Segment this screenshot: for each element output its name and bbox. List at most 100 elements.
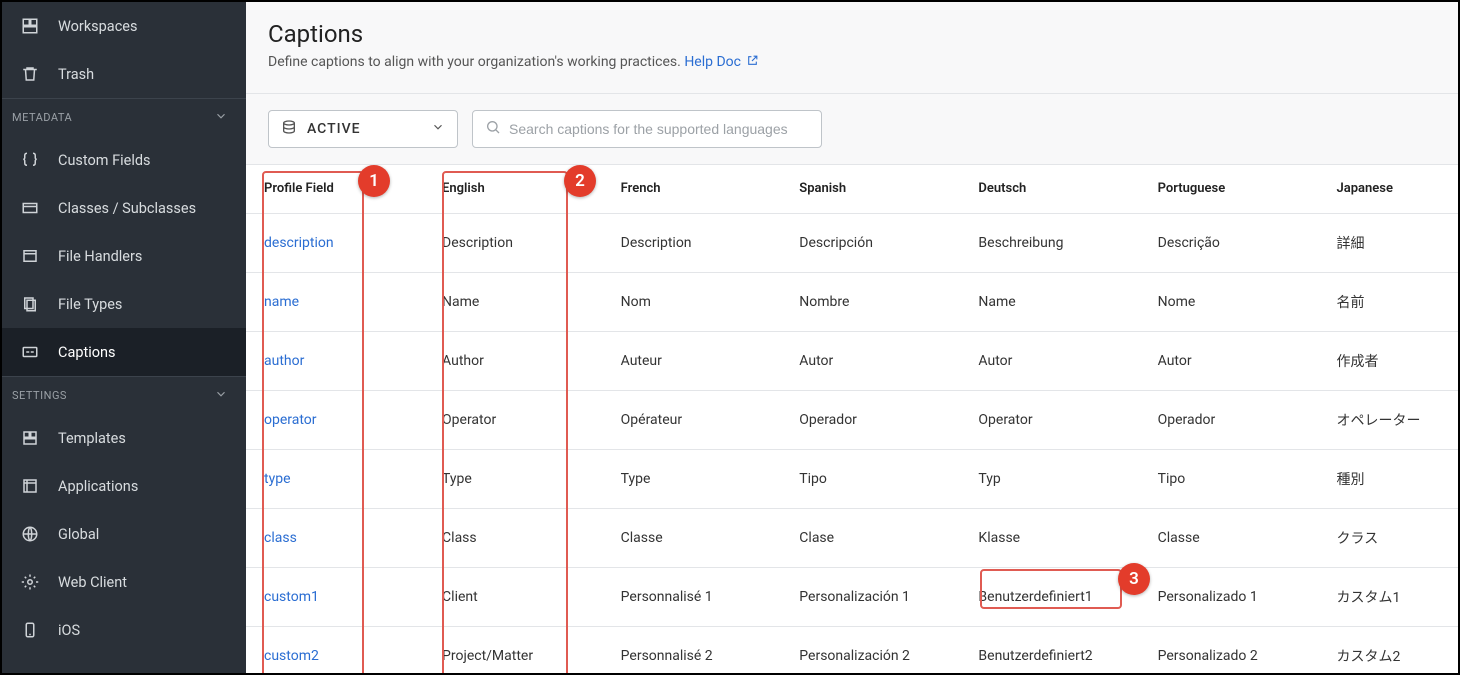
help-doc-link[interactable]: Help Doc <box>684 54 759 70</box>
table-row: descriptionDescriptionDescriptionDescrip… <box>246 213 1458 272</box>
cell-portuguese[interactable]: Tipo <box>1140 449 1319 508</box>
cell-portuguese[interactable]: Personalizado 1 <box>1140 567 1319 626</box>
cell-spanish[interactable]: Operador <box>781 390 960 449</box>
cell-japanese[interactable]: カスタム1 <box>1318 567 1458 626</box>
cell-portuguese[interactable]: Nome <box>1140 272 1319 331</box>
sidebar-item-label: Web Client <box>58 574 127 591</box>
cell-english[interactable]: Author <box>424 331 603 390</box>
cell-french[interactable]: Auteur <box>603 331 782 390</box>
cell-profile-field: type <box>246 449 424 508</box>
profile-field-link[interactable]: custom2 <box>264 648 319 664</box>
cell-japanese[interactable]: オペレーター <box>1318 390 1458 449</box>
cell-deutsch[interactable]: Beschreibung <box>960 213 1139 272</box>
cell-portuguese[interactable]: Autor <box>1140 331 1319 390</box>
cell-deutsch[interactable]: Klasse <box>960 508 1139 567</box>
sidebar-item-workspaces[interactable]: Workspaces <box>2 2 246 50</box>
cell-french[interactable]: Description <box>603 213 782 272</box>
cell-profile-field: name <box>246 272 424 331</box>
col-profile-field[interactable]: Profile Field <box>246 165 424 213</box>
sidebar-item-captions[interactable]: Captions <box>2 328 246 376</box>
cell-deutsch[interactable]: Autor <box>960 331 1139 390</box>
cell-spanish[interactable]: Nombre <box>781 272 960 331</box>
cell-french[interactable]: Personnalisé 2 <box>603 626 782 673</box>
col-japanese[interactable]: Japanese <box>1318 165 1458 213</box>
cell-deutsch[interactable]: Name <box>960 272 1139 331</box>
cell-deutsch[interactable]: Typ <box>960 449 1139 508</box>
cell-spanish[interactable]: Clase <box>781 508 960 567</box>
status-filter-select[interactable]: ACTIVE <box>268 110 458 148</box>
cell-english[interactable]: Client <box>424 567 603 626</box>
cell-portuguese[interactable]: Classe <box>1140 508 1319 567</box>
sidebar-item-ios[interactable]: iOS <box>2 606 246 654</box>
cell-french[interactable]: Classe <box>603 508 782 567</box>
search-input[interactable] <box>509 121 809 137</box>
cell-english[interactable]: Project/Matter <box>424 626 603 673</box>
applications-icon <box>20 477 40 495</box>
sidebar-item-custom-fields[interactable]: Custom Fields <box>2 136 246 184</box>
sidebar-item-global[interactable]: Global <box>2 510 246 558</box>
col-english[interactable]: English <box>424 165 603 213</box>
globe-icon <box>20 525 40 543</box>
sidebar: Workspaces Trash METADATA Custom Fields … <box>2 2 246 673</box>
cell-deutsch[interactable]: Operator <box>960 390 1139 449</box>
cell-deutsch[interactable]: Benutzerdefiniert1 <box>960 567 1139 626</box>
col-french[interactable]: French <box>603 165 782 213</box>
cell-japanese[interactable]: 名前 <box>1318 272 1458 331</box>
external-link-icon <box>746 54 759 71</box>
sidebar-item-label: Classes / Subclasses <box>58 200 196 217</box>
cell-deutsch[interactable]: Benutzerdefiniert2 <box>960 626 1139 673</box>
workspaces-icon <box>20 17 40 35</box>
profile-field-link[interactable]: class <box>264 530 297 546</box>
search-box[interactable] <box>472 110 822 148</box>
main-content: Captions Define captions to align with y… <box>246 2 1458 673</box>
cell-spanish[interactable]: Autor <box>781 331 960 390</box>
cell-portuguese[interactable]: Operador <box>1140 390 1319 449</box>
cell-french[interactable]: Nom <box>603 272 782 331</box>
braces-icon <box>20 151 40 169</box>
cell-portuguese[interactable]: Personalizado 2 <box>1140 626 1319 673</box>
cell-french[interactable]: Type <box>603 449 782 508</box>
sidebar-item-label: File Types <box>58 296 122 313</box>
sidebar-item-label: Workspaces <box>58 18 137 35</box>
col-deutsch[interactable]: Deutsch <box>960 165 1139 213</box>
cell-english[interactable]: Name <box>424 272 603 331</box>
profile-field-link[interactable]: name <box>264 294 299 310</box>
sidebar-item-templates[interactable]: Templates <box>2 414 246 462</box>
cell-english[interactable]: Description <box>424 213 603 272</box>
cell-french[interactable]: Opérateur <box>603 390 782 449</box>
col-spanish[interactable]: Spanish <box>781 165 960 213</box>
cell-spanish[interactable]: Tipo <box>781 449 960 508</box>
profile-field-link[interactable]: type <box>264 471 291 487</box>
templates-icon <box>20 429 40 447</box>
sidebar-item-trash[interactable]: Trash <box>2 50 246 98</box>
sidebar-item-applications[interactable]: Applications <box>2 462 246 510</box>
cell-spanish[interactable]: Personalización 2 <box>781 626 960 673</box>
cell-english[interactable]: Type <box>424 449 603 508</box>
cell-portuguese[interactable]: Descrição <box>1140 213 1319 272</box>
profile-field-link[interactable]: custom1 <box>264 589 319 605</box>
cell-japanese[interactable]: 作成者 <box>1318 331 1458 390</box>
sidebar-item-web-client[interactable]: Web Client <box>2 558 246 606</box>
mobile-icon <box>20 621 40 639</box>
cell-japanese[interactable]: 詳細 <box>1318 213 1458 272</box>
cell-english[interactable]: Class <box>424 508 603 567</box>
profile-field-link[interactable]: description <box>264 235 334 251</box>
cell-french[interactable]: Personnalisé 1 <box>603 567 782 626</box>
sidebar-section-metadata[interactable]: METADATA <box>2 98 246 136</box>
filter-value: ACTIVE <box>307 121 421 137</box>
cell-japanese[interactable]: 種別 <box>1318 449 1458 508</box>
profile-field-link[interactable]: operator <box>264 412 317 428</box>
sidebar-item-file-types[interactable]: File Types <box>2 280 246 328</box>
cell-japanese[interactable]: カスタム2 <box>1318 626 1458 673</box>
cell-english[interactable]: Operator <box>424 390 603 449</box>
sidebar-item-label: File Handlers <box>58 248 142 265</box>
cell-spanish[interactable]: Personalización 1 <box>781 567 960 626</box>
sidebar-section-settings[interactable]: SETTINGS <box>2 376 246 414</box>
profile-field-link[interactable]: author <box>264 353 304 369</box>
sidebar-item-classes[interactable]: Classes / Subclasses <box>2 184 246 232</box>
cell-spanish[interactable]: Descripción <box>781 213 960 272</box>
cell-japanese[interactable]: クラス <box>1318 508 1458 567</box>
page-title: Captions <box>268 20 1436 48</box>
sidebar-item-file-handlers[interactable]: File Handlers <box>2 232 246 280</box>
col-portuguese[interactable]: Portuguese <box>1140 165 1319 213</box>
